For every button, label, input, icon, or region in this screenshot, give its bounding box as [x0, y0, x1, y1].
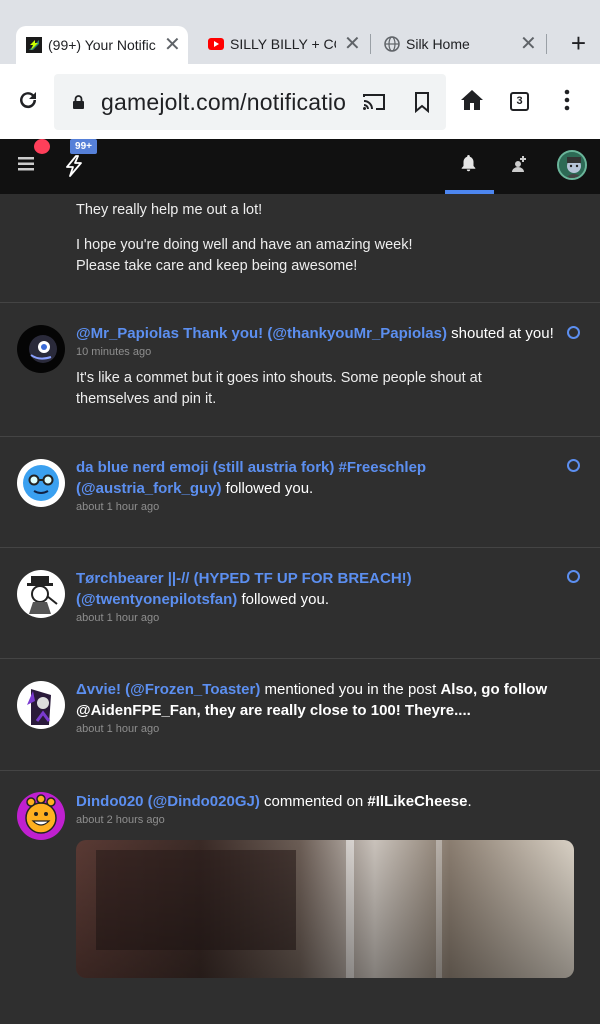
notification-text: @Mr_Papiolas Thank you! (@thankyouMr_Pap… — [76, 323, 556, 344]
user-link[interactable]: Δvvie! (@Frozen_Toaster) — [76, 681, 260, 698]
avatar-image-icon — [17, 570, 65, 618]
user-avatar[interactable] — [557, 150, 587, 180]
browser-tab-silk-home[interactable]: Silk Home ✕ — [374, 26, 544, 62]
tab-separator — [546, 34, 547, 54]
unread-indicator-icon[interactable] — [567, 459, 580, 472]
close-tab-icon[interactable]: ✕ — [520, 34, 537, 54]
message-line: Please take care and keep being awesome! — [76, 258, 358, 274]
message-line: I hope you're doing well and have an ama… — [76, 237, 413, 253]
notification-body: @Mr_Papiolas Thank you! (@thankyouMr_Pap… — [76, 323, 556, 410]
address-bar[interactable]: gamejolt.com/notificatior — [54, 74, 446, 130]
action-text: followed you. — [237, 591, 330, 608]
action-text: commented on — [259, 793, 368, 810]
notification-body: da blue nerd emoji (still austria fork) … — [76, 457, 556, 513]
notifications-feed: They really help me out a lot! I hope yo… — [0, 194, 600, 1024]
unread-indicator-icon[interactable] — [567, 570, 580, 583]
close-tab-icon[interactable]: ✕ — [164, 35, 181, 55]
browser-tab-youtube[interactable]: SILLY BILLY + COF ✕ — [198, 26, 368, 62]
user-avatar[interactable] — [17, 570, 65, 618]
unread-indicator-icon[interactable] — [567, 326, 580, 339]
notification-body: Tørchbearer ||-// (HYPED TF UP FOR BREAC… — [76, 568, 556, 624]
cast-icon[interactable] — [362, 92, 386, 112]
bookmark-icon[interactable] — [414, 91, 430, 113]
tab-separator — [370, 34, 371, 54]
action-text: mentioned you in the post — [260, 681, 441, 698]
url-text: gamejolt.com/notificatior — [101, 88, 347, 115]
avatar-image-icon — [17, 681, 65, 729]
user-link[interactable]: Dindo020 (@Dindo020GJ) — [76, 793, 260, 810]
partial-comment: They really help me out a lot! I hope yo… — [76, 194, 566, 277]
notification-item[interactable]: da blue nerd emoji (still austria fork) … — [0, 436, 600, 547]
notification-body: Δvvie! (@Frozen_Toaster) mentioned you i… — [76, 679, 556, 735]
tab-title: (99+) Your Notific — [48, 37, 156, 53]
alert-dot — [34, 139, 50, 154]
notification-text: Δvvie! (@Frozen_Toaster) mentioned you i… — [76, 679, 556, 721]
home-icon[interactable] — [458, 86, 486, 114]
tab-switcher-button[interactable]: 3 — [510, 92, 529, 111]
notification-text: Dindo020 (@Dindo020GJ) commented on #IlL… — [76, 791, 556, 812]
timestamp: about 1 hour ago — [76, 612, 160, 624]
timestamp: about 2 hours ago — [76, 814, 165, 826]
notification-text: Tørchbearer ||-// (HYPED TF UP FOR BREAC… — [76, 568, 556, 610]
media-image-icon — [76, 840, 574, 978]
close-tab-icon[interactable]: ✕ — [344, 34, 361, 54]
tab-title: SILLY BILLY + COF — [230, 36, 336, 52]
browser-toolbar: gamejolt.com/notificatior 3 — [0, 64, 600, 139]
gamejolt-favicon — [26, 37, 42, 53]
post-link[interactable]: #IlLikeCheese — [367, 793, 467, 810]
notification-text: da blue nerd emoji (still austria fork) … — [76, 457, 556, 499]
avatar-image-icon — [559, 152, 585, 178]
notification-item[interactable]: @Mr_Papiolas Thank you! (@thankyouMr_Pap… — [0, 302, 600, 436]
user-link[interactable]: @Mr_Papiolas Thank you! (@thankyouMr_Pap… — [76, 325, 447, 342]
browser-tab-strip: (99+) Your Notific ✕ SILLY BILLY + COF ✕… — [0, 0, 600, 64]
punctuation: . — [467, 793, 472, 810]
notification-body: Dindo020 (@Dindo020GJ) commented on #IlL… — [76, 791, 556, 826]
timestamp: about 1 hour ago — [76, 501, 160, 513]
more-menu-icon[interactable] — [553, 86, 581, 114]
hamburger-menu-icon[interactable] — [18, 157, 34, 171]
gamejolt-logo-icon[interactable] — [64, 155, 84, 177]
new-tab-button[interactable]: + — [571, 30, 586, 56]
action-text: followed you. — [221, 480, 314, 497]
notifications-bell-icon[interactable] — [461, 154, 476, 172]
shout-message: It's like a commet but it goes into shou… — [76, 370, 482, 407]
user-avatar[interactable] — [17, 325, 65, 373]
avatar-image-icon — [17, 325, 65, 373]
user-avatar[interactable] — [17, 792, 65, 840]
lock-icon — [73, 95, 84, 109]
user-avatar[interactable] — [17, 681, 65, 729]
message-line: They really help me out a lot! — [76, 202, 263, 218]
comment-media-thumbnail[interactable] — [76, 840, 574, 978]
tab-title: Silk Home — [406, 36, 470, 52]
notification-item[interactable]: Δvvie! (@Frozen_Toaster) mentioned you i… — [0, 658, 600, 770]
friend-requests-icon[interactable] — [509, 155, 529, 173]
browser-tab-notifications[interactable]: (99+) Your Notific ✕ — [16, 26, 188, 64]
notification-count-badge: 99+ — [70, 139, 97, 154]
avatar-image-icon — [17, 459, 65, 507]
timestamp: 10 minutes ago — [76, 346, 152, 358]
notification-item[interactable]: Tørchbearer ||-// (HYPED TF UP FOR BREAC… — [0, 547, 600, 658]
reload-icon[interactable] — [14, 86, 42, 114]
globe-favicon — [384, 36, 400, 52]
avatar-image-icon — [17, 792, 65, 840]
action-text: shouted at you! — [447, 325, 554, 342]
notification-item[interactable]: Dindo020 (@Dindo020GJ) commented on #IlL… — [0, 770, 600, 1024]
youtube-favicon — [208, 38, 224, 50]
user-avatar[interactable] — [17, 459, 65, 507]
timestamp: about 1 hour ago — [76, 723, 160, 735]
